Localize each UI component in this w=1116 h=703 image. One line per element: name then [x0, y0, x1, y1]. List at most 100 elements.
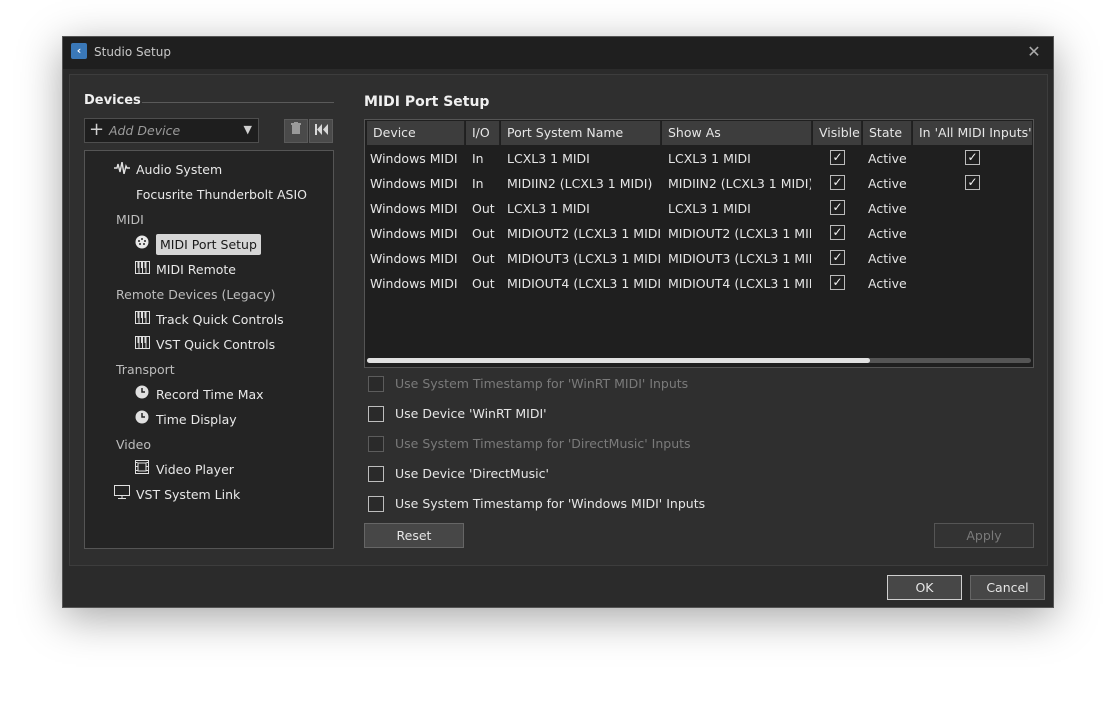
cell-port-system-name: MIDIOUT2 (LCXL3 1 MIDI) — [507, 226, 661, 241]
section-title: MIDI Port Setup — [364, 94, 490, 110]
cell-state: Active — [868, 176, 907, 191]
tree-item-label: VST Quick Controls — [156, 337, 276, 352]
clock-icon — [134, 409, 150, 433]
reset-device-button[interactable] — [309, 119, 333, 143]
cell-io: Out — [472, 251, 495, 266]
column-header-in-all-midi-inputs[interactable]: In 'All MIDI Inputs' — [913, 121, 1033, 145]
winrt-timestamp-checkbox[interactable] — [368, 376, 384, 392]
tree-item-time-display[interactable]: Time Display — [134, 408, 237, 432]
ok-button[interactable]: OK — [887, 575, 962, 600]
visible-checkbox[interactable]: ✓ — [830, 175, 845, 190]
column-header-visible[interactable]: Visible — [813, 121, 862, 145]
table-row[interactable]: Windows MIDI Out LCXL3 1 MIDI LCXL3 1 MI… — [365, 196, 1033, 221]
tree-item-label: VST System Link — [136, 487, 241, 502]
main-panel: Devices + Add Device ▼ Audio System Focu… — [69, 74, 1048, 566]
tree-item-focusrite[interactable]: Focusrite Thunderbolt ASIO — [136, 183, 307, 207]
cell-show-as[interactable]: LCXL3 1 MIDI — [664, 196, 811, 221]
table-row[interactable]: Windows MIDI Out MIDIOUT2 (LCXL3 1 MIDI)… — [365, 221, 1033, 246]
directmusic-timestamp-checkbox[interactable] — [368, 436, 384, 452]
use-directmusic-checkbox[interactable] — [368, 466, 384, 482]
option-label: Use System Timestamp for 'Windows MIDI' … — [395, 496, 706, 511]
tree-item-label: Focusrite Thunderbolt ASIO — [136, 187, 307, 202]
film-icon — [134, 459, 150, 483]
clock-icon — [134, 384, 150, 408]
tree-category-video: Video — [116, 437, 152, 452]
tree-item-video-player[interactable]: Video Player — [134, 458, 234, 482]
in-all-midi-inputs-checkbox[interactable]: ✓ — [965, 175, 980, 190]
studio-setup-window: ‹ Studio Setup ✕ Devices + Add Device ▼ … — [62, 36, 1054, 608]
table-row[interactable]: Windows MIDI In LCXL3 1 MIDI LCXL3 1 MID… — [365, 146, 1033, 171]
keyboard-icon — [134, 309, 150, 333]
tree-item-track-quick-controls[interactable]: Track Quick Controls — [134, 308, 284, 332]
visible-checkbox[interactable]: ✓ — [830, 200, 845, 215]
reset-button[interactable]: Reset — [364, 523, 464, 548]
cell-port-system-name: MIDIIN2 (LCXL3 1 MIDI) — [507, 176, 653, 191]
waveform-icon — [114, 159, 130, 183]
cell-show-as[interactable]: MIDIOUT2 (LCXL3 1 MIDI — [664, 221, 811, 246]
tree-item-vst-quick-controls[interactable]: VST Quick Controls — [134, 333, 275, 357]
tree-item-audio-system[interactable]: Audio System — [114, 158, 222, 182]
keyboard-icon — [134, 259, 150, 283]
keyboard-icon — [134, 334, 150, 358]
in-all-midi-inputs-checkbox[interactable]: ✓ — [965, 150, 980, 165]
tree-item-record-time-max[interactable]: Record Time Max — [134, 383, 264, 407]
tree-item-midi-remote[interactable]: MIDI Remote — [134, 258, 236, 282]
cell-device: Windows MIDI — [370, 201, 458, 216]
tree-category-midi: MIDI — [116, 212, 144, 227]
devices-divider — [142, 102, 334, 103]
delete-device-button[interactable] — [284, 119, 308, 143]
option-label: Use System Timestamp for 'DirectMusic' I… — [395, 436, 691, 451]
dropdown-arrow-icon: ▼ — [243, 123, 252, 136]
cell-show-as[interactable]: MIDIIN2 (LCXL3 1 MIDI) — [664, 171, 811, 196]
column-header-device[interactable]: Device — [367, 121, 465, 145]
cell-port-system-name: MIDIOUT3 (LCXL3 1 MIDI) — [507, 251, 661, 266]
cell-device: Windows MIDI — [370, 276, 458, 291]
cell-state: Active — [868, 276, 907, 291]
tree-item-label: Record Time Max — [156, 387, 264, 402]
visible-checkbox[interactable]: ✓ — [830, 150, 845, 165]
column-header-port-system-name[interactable]: Port System Name — [501, 121, 661, 145]
tree-item-midi-port-setup[interactable]: MIDI Port Setup — [134, 233, 261, 257]
cell-state: Active — [868, 151, 907, 166]
cell-state: Active — [868, 201, 907, 216]
option-label: Use Device 'DirectMusic' — [395, 466, 549, 481]
horizontal-scrollbar-thumb[interactable] — [367, 358, 870, 363]
table-row[interactable]: Windows MIDI Out MIDIOUT4 (LCXL3 1 MIDI)… — [365, 271, 1033, 296]
trash-icon — [291, 122, 301, 134]
visible-checkbox[interactable]: ✓ — [830, 275, 845, 290]
tree-item-vst-system-link[interactable]: VST System Link — [114, 483, 240, 507]
tree-category-transport: Transport — [116, 362, 175, 377]
cancel-button[interactable]: Cancel — [970, 575, 1045, 600]
visible-checkbox[interactable]: ✓ — [830, 250, 845, 265]
title-bar[interactable]: ‹ Studio Setup ✕ — [63, 37, 1053, 69]
apply-button[interactable]: Apply — [934, 523, 1034, 548]
window-title: Studio Setup — [94, 45, 171, 59]
cell-port-system-name: LCXL3 1 MIDI — [507, 201, 590, 216]
cubase-app-icon: ‹ — [71, 43, 87, 59]
cell-io: Out — [472, 201, 495, 216]
column-header-show-as[interactable]: Show As — [662, 121, 812, 145]
cell-io: Out — [472, 226, 495, 241]
table-row[interactable]: Windows MIDI In MIDIIN2 (LCXL3 1 MIDI) M… — [365, 171, 1033, 196]
tree-item-label: Track Quick Controls — [156, 312, 284, 327]
column-header-state[interactable]: State — [863, 121, 912, 145]
monitor-icon — [114, 484, 130, 508]
column-header-io[interactable]: I/O — [466, 121, 500, 145]
tree-item-label: MIDI Remote — [156, 262, 236, 277]
windows-timestamp-checkbox[interactable] — [368, 496, 384, 512]
cell-show-as[interactable]: LCXL3 1 MIDI — [664, 146, 811, 171]
cell-state: Active — [868, 251, 907, 266]
cell-device: Windows MIDI — [370, 176, 458, 191]
visible-checkbox[interactable]: ✓ — [830, 225, 845, 240]
devices-heading: Devices — [84, 93, 141, 108]
add-device-dropdown[interactable]: + Add Device ▼ — [84, 118, 259, 143]
cell-show-as[interactable]: MIDIOUT4 (LCXL3 1 MIDI — [664, 271, 811, 296]
use-winrt-checkbox[interactable] — [368, 406, 384, 422]
close-icon[interactable]: ✕ — [1023, 41, 1045, 63]
device-tree: Audio System Focusrite Thunderbolt ASIO … — [84, 150, 334, 549]
cell-show-as[interactable]: MIDIOUT3 (LCXL3 1 MIDI — [664, 246, 811, 271]
midi-ports-table: Device I/O Port System Name Show As Visi… — [364, 119, 1034, 368]
cell-state: Active — [868, 226, 907, 241]
table-row[interactable]: Windows MIDI Out MIDIOUT3 (LCXL3 1 MIDI)… — [365, 246, 1033, 271]
tree-item-label: MIDI Port Setup — [156, 234, 261, 255]
